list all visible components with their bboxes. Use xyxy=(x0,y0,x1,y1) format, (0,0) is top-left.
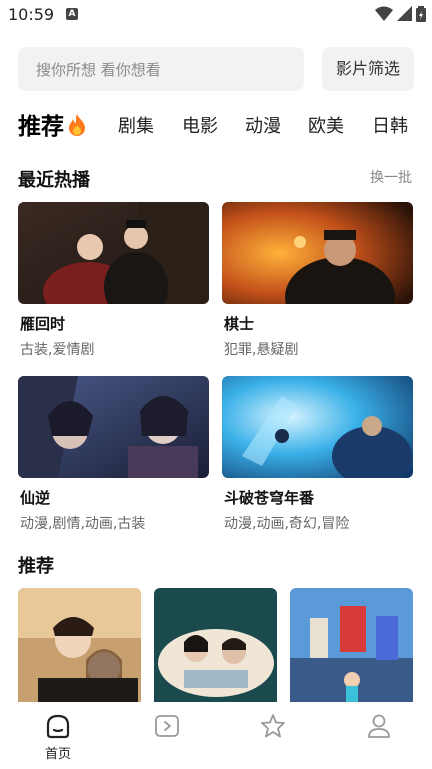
card-tags: 动漫,动画,奇幻,冒险 xyxy=(224,516,350,532)
poster-image[interactable] xyxy=(290,588,413,702)
section-title-recommend: 推荐 xyxy=(18,556,54,577)
poster-image[interactable] xyxy=(154,588,277,702)
poster-image[interactable] xyxy=(18,376,209,478)
refresh-button[interactable]: 换一批 xyxy=(370,167,412,187)
card-title[interactable]: 棋士 xyxy=(224,313,254,334)
home-icon xyxy=(46,714,70,739)
card-title[interactable]: 雁回时 xyxy=(20,313,65,334)
card-title[interactable]: 仙逆 xyxy=(20,487,50,508)
card-title[interactable]: 斗破苍穹年番 xyxy=(224,487,314,508)
poster-image[interactable] xyxy=(222,376,413,478)
nav-favorites[interactable] xyxy=(219,702,327,769)
battery-icon xyxy=(416,6,426,22)
a-badge-icon: A xyxy=(66,8,78,20)
play-icon xyxy=(155,715,179,737)
nav-profile[interactable] xyxy=(325,702,432,769)
search-placeholder: 搜你所想 看你想看 xyxy=(36,61,161,79)
section-title-recent: 最近热播 xyxy=(18,170,90,191)
filter-button[interactable]: 影片筛选 xyxy=(322,47,414,91)
user-icon xyxy=(368,714,390,738)
status-time: 10:59 xyxy=(8,5,55,24)
tab-western[interactable]: 欧美 xyxy=(308,112,344,138)
wifi-icon xyxy=(375,6,393,21)
tab-series[interactable]: 剧集 xyxy=(118,112,154,138)
bottom-nav: 首页 xyxy=(0,702,432,769)
star-icon xyxy=(261,714,285,738)
status-icons xyxy=(375,6,426,22)
category-tabs: 推荐 剧集 电影 动漫 欧美 日韩 xyxy=(0,104,432,144)
search-input[interactable]: 搜你所想 看你想看 xyxy=(18,47,304,91)
poster-image[interactable] xyxy=(18,588,141,702)
tab-label: 推荐 xyxy=(18,114,64,140)
tab-recommend[interactable]: 推荐 xyxy=(18,107,88,141)
nav-label: 首页 xyxy=(44,747,71,762)
poster-image[interactable] xyxy=(222,202,413,304)
card-tags: 犯罪,悬疑剧 xyxy=(224,342,299,358)
fire-icon xyxy=(69,114,85,136)
card-tags: 动漫,剧情,动画,古装 xyxy=(20,516,146,532)
tab-anime[interactable]: 动漫 xyxy=(245,112,281,138)
poster-image[interactable] xyxy=(18,202,209,304)
nav-video[interactable] xyxy=(113,702,221,769)
tab-jpkr[interactable]: 日韩 xyxy=(372,112,408,138)
card-tags: 古装,爱情剧 xyxy=(20,342,95,358)
tab-movie[interactable]: 电影 xyxy=(182,112,218,138)
nav-home[interactable]: 首页 xyxy=(4,702,112,769)
signal-icon xyxy=(397,6,412,21)
status-bar: 10:59 A xyxy=(0,0,432,30)
